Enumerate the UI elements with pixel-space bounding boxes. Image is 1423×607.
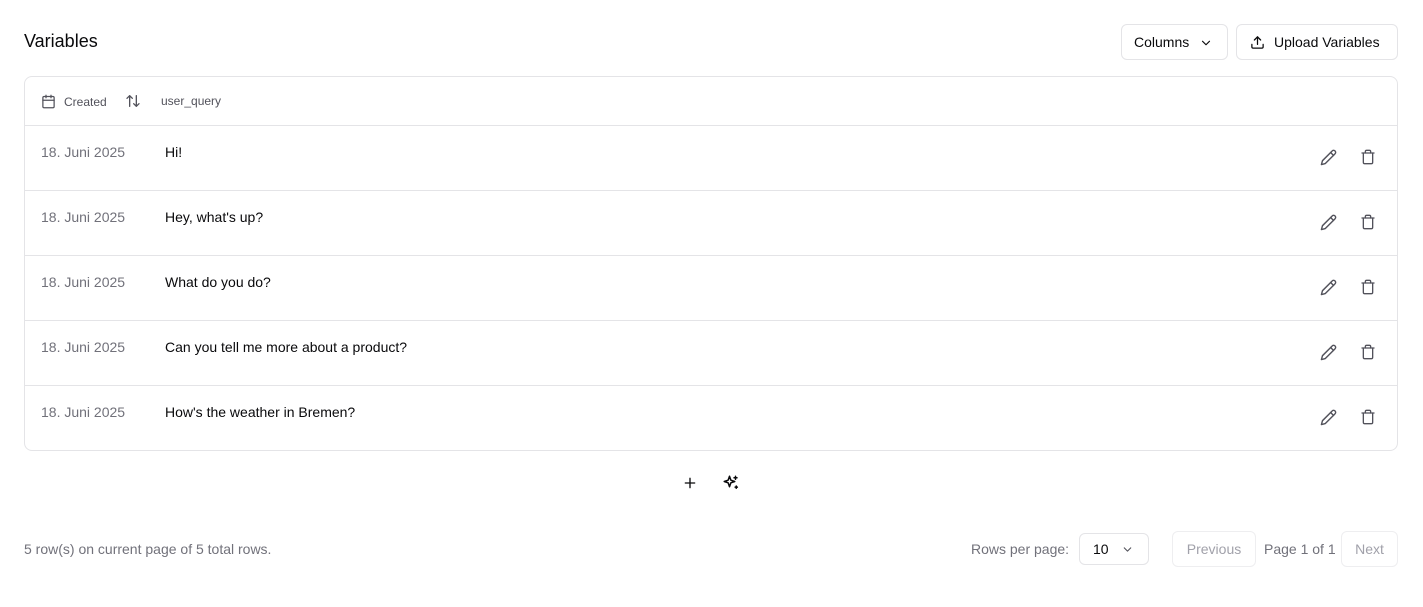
chevron-down-icon: [1199, 36, 1213, 50]
page-title: Variables: [24, 31, 98, 51]
pencil-icon[interactable]: [1320, 409, 1338, 427]
columns-button-label: Columns: [1134, 34, 1190, 50]
cell-created: 18. Juni 2025: [41, 404, 126, 420]
columns-button[interactable]: Columns: [1121, 24, 1228, 60]
calendar-icon: [41, 94, 56, 109]
column-header-user-query[interactable]: user_query: [161, 94, 221, 108]
row-count-info: 5 row(s) on current page of 5 total rows…: [24, 541, 272, 557]
cell-user-query: Hi!: [165, 144, 183, 160]
cell-created: 18. Juni 2025: [41, 209, 126, 225]
pencil-icon[interactable]: [1320, 149, 1338, 167]
upload-variables-button[interactable]: Upload Variables: [1236, 24, 1398, 60]
chevron-down-icon: [1121, 543, 1134, 556]
cell-created: 18. Juni 2025: [41, 144, 126, 160]
sparkles-icon[interactable]: [722, 474, 740, 492]
column-header-created[interactable]: Created: [41, 93, 107, 110]
trash-icon[interactable]: [1360, 344, 1378, 362]
trash-icon[interactable]: [1360, 214, 1378, 232]
table-row[interactable]: 18. Juni 2025 Hey, what's up?: [25, 191, 1397, 256]
upload-variables-label: Upload Variables: [1274, 34, 1380, 50]
trash-icon[interactable]: [1360, 149, 1378, 167]
table-row[interactable]: 18. Juni 2025 What do you do?: [25, 256, 1397, 321]
trash-icon[interactable]: [1360, 409, 1378, 427]
cell-created: 18. Juni 2025: [41, 274, 126, 290]
table-row[interactable]: 18. Juni 2025 Hi!: [25, 126, 1397, 191]
table-row[interactable]: 18. Juni 2025 Can you tell me more about …: [25, 321, 1397, 386]
rows-per-page-select[interactable]: 10: [1079, 533, 1149, 565]
upload-icon: [1250, 35, 1265, 50]
plus-icon[interactable]: [682, 475, 700, 493]
cell-created: 18. Juni 2025: [41, 339, 126, 355]
table-row[interactable]: 18. Juni 2025 How's the weather in Bremen…: [25, 386, 1397, 450]
pencil-icon[interactable]: [1320, 214, 1338, 232]
variables-table: Created user_query 18. Juni 2025 Hi! 18. J…: [24, 76, 1398, 451]
rows-per-page-label: Rows per page:: [971, 541, 1070, 557]
page-info: Page 1 of 1: [1264, 541, 1336, 557]
next-page-button[interactable]: Next: [1341, 531, 1398, 567]
table-header: Created user_query: [25, 77, 1397, 126]
cell-user-query: Hey, what's up?: [165, 209, 264, 225]
cell-user-query: Can you tell me more about a product?: [165, 339, 408, 355]
sort-arrows-icon[interactable]: [125, 93, 141, 109]
pencil-icon[interactable]: [1320, 279, 1338, 297]
previous-page-button[interactable]: Previous: [1172, 531, 1256, 567]
cell-user-query: What do you do?: [165, 274, 271, 290]
column-header-created-label: Created: [64, 94, 107, 109]
trash-icon[interactable]: [1360, 279, 1378, 297]
page-header: Variables Columns Upload Variables: [24, 24, 1398, 60]
pencil-icon[interactable]: [1320, 344, 1338, 362]
cell-user-query: How's the weather in Bremen?: [165, 404, 356, 420]
rows-per-page-value: 10: [1093, 541, 1109, 557]
